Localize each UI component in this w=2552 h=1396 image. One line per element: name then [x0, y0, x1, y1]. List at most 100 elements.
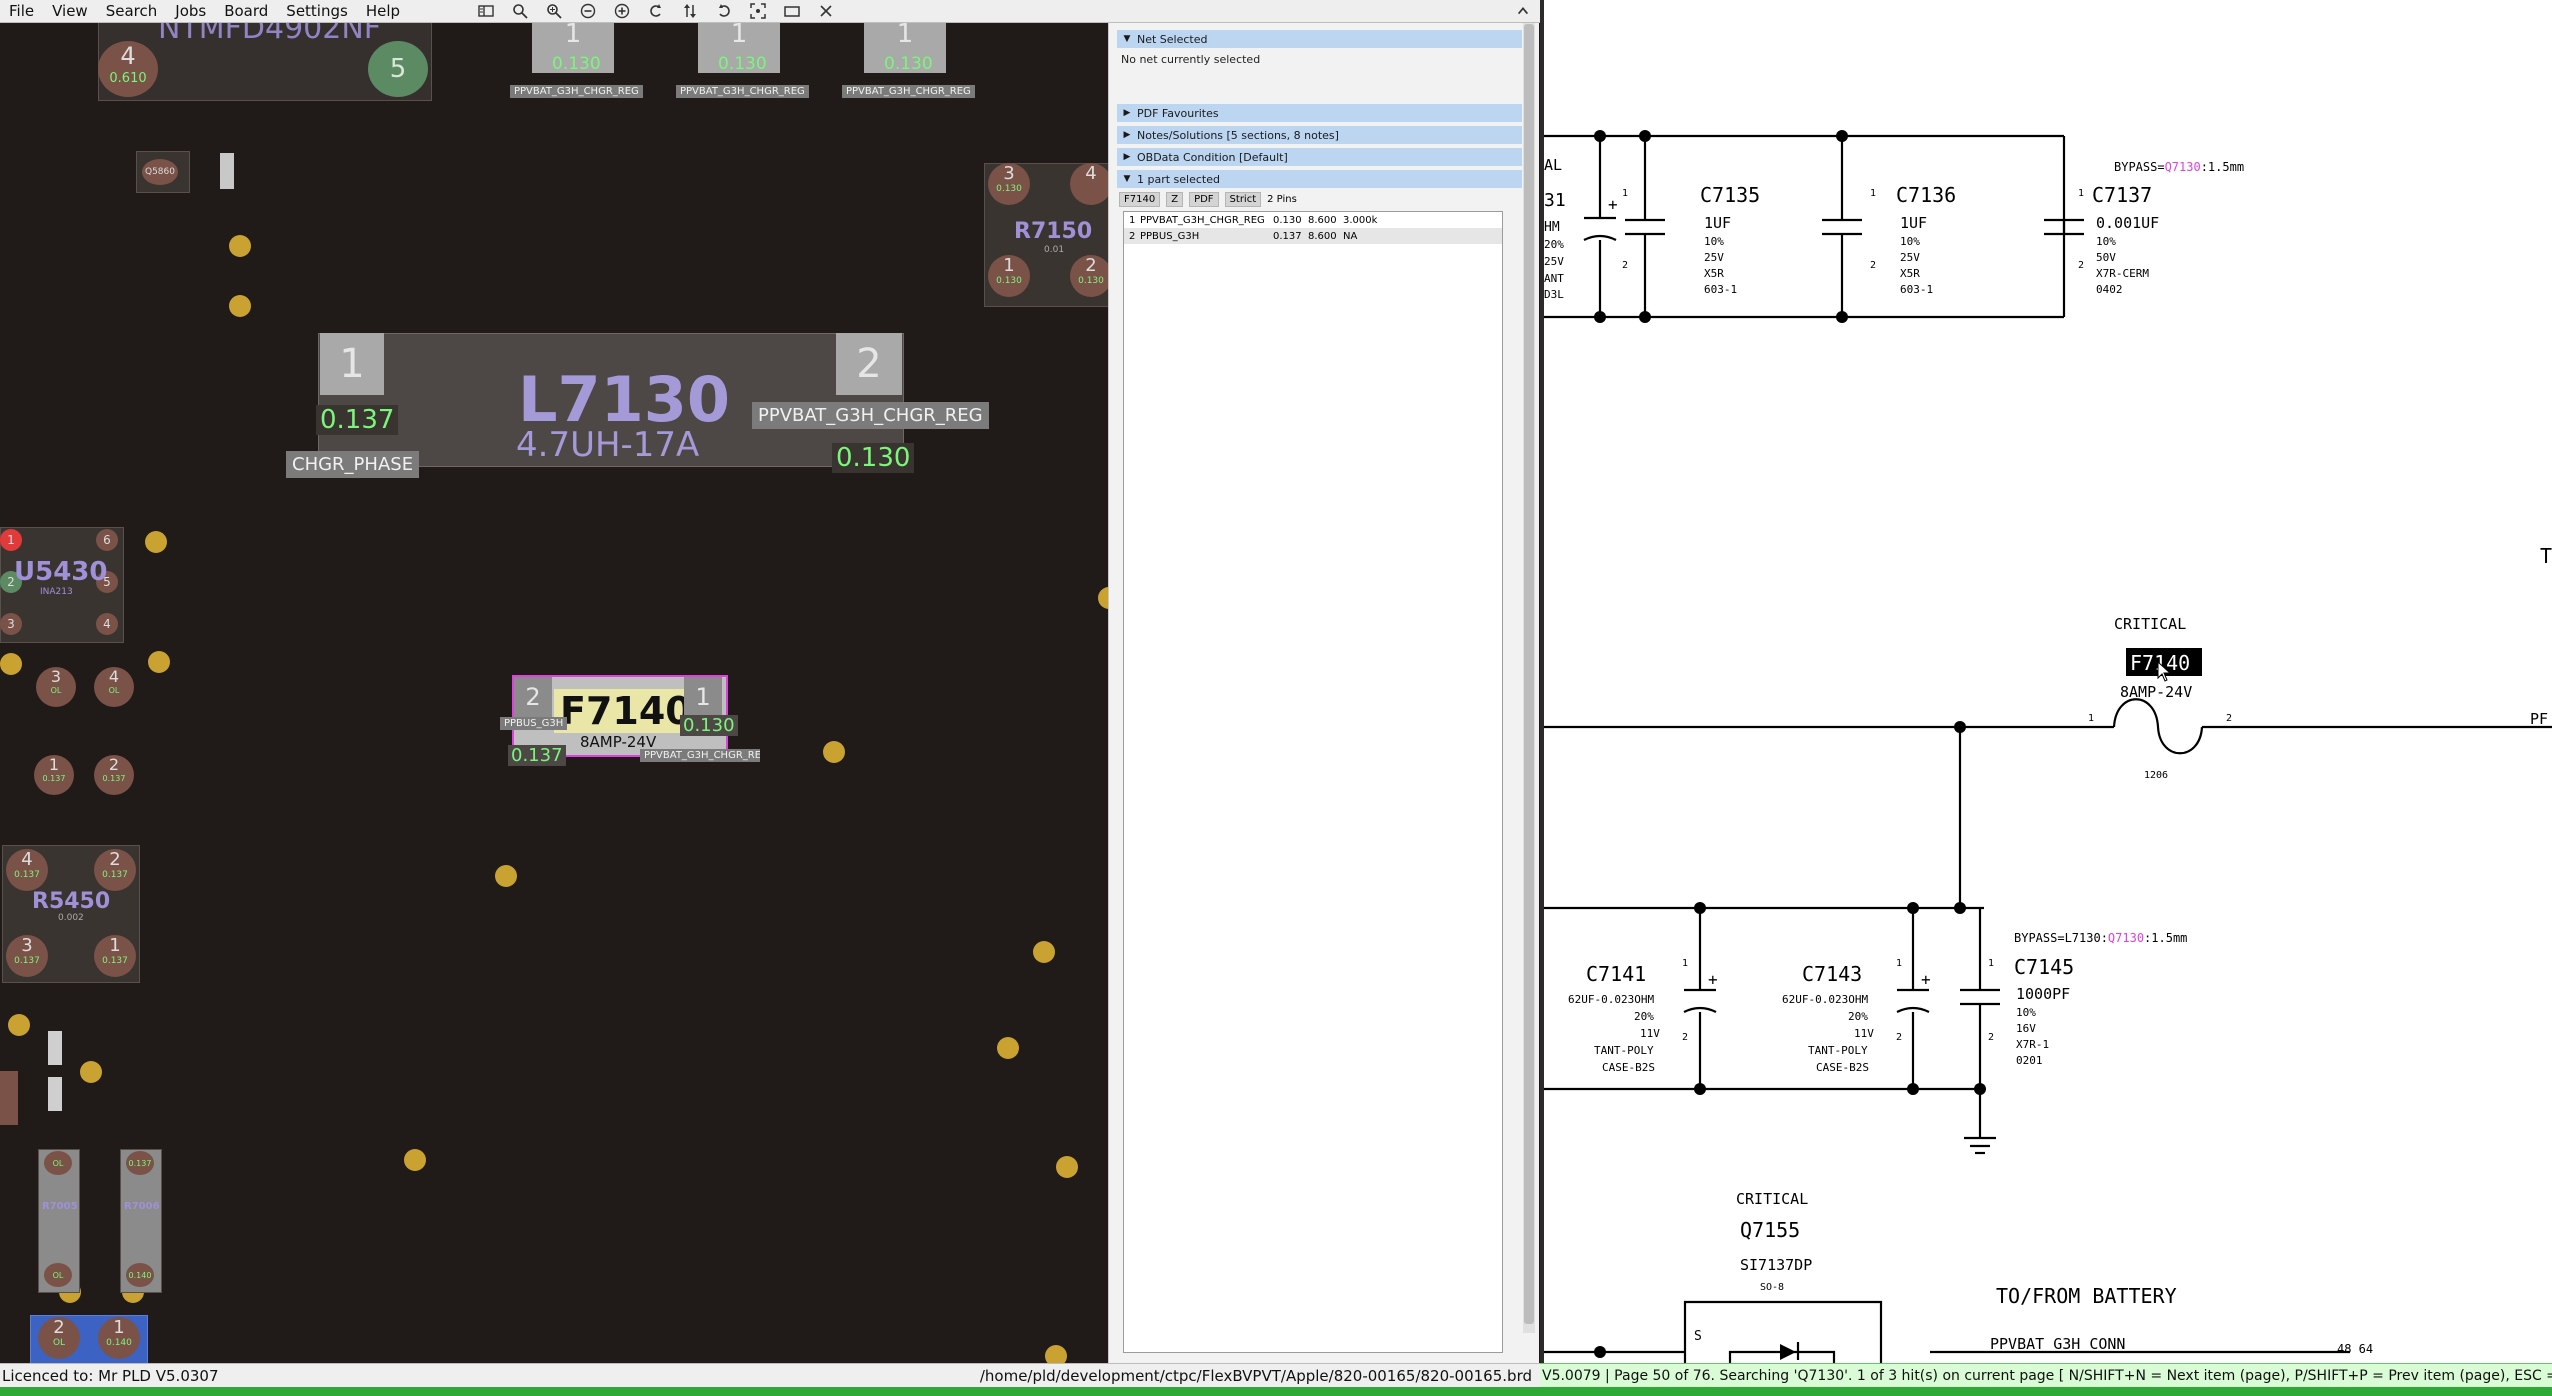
via[interactable] — [229, 235, 251, 257]
via[interactable] — [1045, 1345, 1067, 1363]
pad[interactable]: 3 0.137 — [6, 935, 48, 977]
table-row[interactable]: 2 PPBUS_G3H 0.137 8.600 NA — [1124, 228, 1502, 244]
pad[interactable]: 1 0.130 — [988, 255, 1030, 297]
window-icon[interactable] — [775, 0, 809, 22]
pad[interactable]: 2 — [836, 333, 902, 395]
chevron-up-icon[interactable] — [1512, 0, 1534, 22]
menu-settings[interactable]: Settings — [277, 0, 357, 22]
section-pdf-favourites[interactable]: ▶ PDF Favourites — [1117, 104, 1522, 122]
pad[interactable] — [220, 153, 234, 189]
pad[interactable]: 4 — [1070, 163, 1108, 205]
zoom-out-icon[interactable] — [571, 0, 605, 22]
close-icon[interactable] — [809, 0, 843, 22]
pad[interactable]: 2 0.137 — [94, 849, 136, 891]
via[interactable] — [8, 1014, 30, 1036]
via[interactable] — [1056, 1156, 1078, 1178]
menu-view[interactable]: View — [43, 0, 97, 22]
via[interactable] — [1098, 587, 1108, 609]
menu-help[interactable]: Help — [357, 0, 409, 22]
search-icon[interactable] — [503, 0, 537, 22]
via[interactable] — [823, 741, 845, 763]
pad[interactable]: OL — [44, 1263, 72, 1287]
via[interactable] — [148, 651, 170, 673]
via[interactable] — [145, 531, 167, 553]
panel-scrollbar[interactable] — [1523, 23, 1535, 1333]
pad[interactable]: 4 0.610 — [98, 41, 158, 97]
section-notes[interactable]: ▶ Notes/Solutions [5 sections, 8 notes] — [1117, 126, 1522, 144]
pin-number: 2 — [1622, 260, 1628, 271]
pad-value: 0.130 — [996, 276, 1022, 286]
via[interactable] — [997, 1037, 1019, 1059]
flip-icon[interactable] — [673, 0, 707, 22]
pad[interactable] — [0, 1071, 18, 1125]
pad[interactable]: 6 — [96, 529, 118, 551]
pad[interactable]: 3 OL — [36, 667, 76, 707]
scrollbar-thumb[interactable] — [1524, 24, 1534, 1324]
menu-file[interactable]: File — [0, 0, 43, 22]
pad[interactable]: 1 — [684, 677, 722, 717]
c7135-ref: C7135 — [1700, 183, 1760, 207]
menu-search[interactable]: Search — [97, 0, 167, 22]
pad[interactable]: 2 0.137 — [94, 755, 134, 795]
pad-value: 0.130 — [996, 184, 1022, 194]
pad-value: 0.137 — [102, 774, 126, 783]
component-value: 0.01 — [1044, 245, 1065, 255]
pad[interactable]: 1 0.140 — [98, 1317, 140, 1359]
pad[interactable]: 2 — [514, 677, 552, 717]
pad[interactable]: 1 0.137 — [94, 935, 136, 977]
pad[interactable]: 0.140 — [126, 1263, 154, 1287]
pad[interactable]: 2 OL — [38, 1317, 80, 1359]
via[interactable] — [0, 653, 22, 675]
pad[interactable]: 3 0.130 — [988, 163, 1030, 205]
pad[interactable]: 4 — [96, 613, 118, 635]
pad[interactable]: Q5860 — [142, 159, 178, 185]
pad[interactable]: 1 — [0, 529, 22, 551]
part-name-tag[interactable]: F7140 — [1119, 192, 1161, 207]
net-label: PPVBAT_G3H_CHGR_REG — [676, 85, 809, 98]
board-view[interactable]: NTMFD4902NF 4 0.610 5 1 0.130 PPVBAT_G3H… — [0, 23, 1108, 1363]
pad[interactable]: 4 0.137 — [6, 849, 48, 891]
via[interactable] — [80, 1061, 102, 1083]
pdf-button[interactable]: PDF — [1189, 192, 1219, 207]
section-part-selected[interactable]: ▼ 1 part selected — [1117, 170, 1522, 188]
zoom-in-icon[interactable] — [537, 0, 571, 22]
schematic-text: 20% — [1544, 238, 1564, 251]
panel-icon[interactable] — [469, 0, 503, 22]
pin-number: 1 — [1870, 188, 1876, 199]
pad[interactable]: 1 — [320, 333, 384, 395]
pad[interactable] — [48, 1031, 62, 1065]
strict-toggle[interactable]: Strict — [1224, 192, 1262, 207]
via[interactable] — [1033, 941, 1055, 963]
pin-table: 1 PPVBAT_G3H_CHGR_REG 0.130 8.600 3.000k… — [1123, 211, 1503, 1353]
rotate-right-icon[interactable] — [707, 0, 741, 22]
c7136-spec: 603-1 — [1900, 283, 1933, 296]
zoom-fit-icon[interactable] — [605, 0, 639, 22]
pin-number: 2 — [1896, 1032, 1902, 1043]
pad-number: 4 — [21, 849, 33, 870]
menu-board[interactable]: Board — [215, 0, 277, 22]
pin-voltage: 8.600 — [1308, 230, 1337, 242]
q7155-package: SO-8 — [1760, 1282, 1784, 1293]
pad[interactable]: 2 0.130 — [1070, 255, 1108, 297]
section-obdata[interactable]: ▶ OBData Condition [Default] — [1117, 148, 1522, 166]
pad-value: 0.130 — [884, 54, 933, 74]
pad[interactable]: 4 OL — [94, 667, 134, 707]
rotate-left-icon[interactable] — [639, 0, 673, 22]
c7145-ref: C7145 — [2014, 955, 2074, 979]
pad[interactable]: 3 — [0, 613, 22, 635]
section-net-selected[interactable]: ▼ Net Selected — [1117, 30, 1522, 48]
menu-jobs[interactable]: Jobs — [166, 0, 215, 22]
pad[interactable]: 0.137 — [126, 1151, 154, 1175]
fit-screen-icon[interactable] — [741, 0, 775, 22]
z-button[interactable]: Z — [1166, 192, 1184, 207]
schematic-view[interactable]: AL 31 HM 20% 25V ANT D3L + 1 2 C7135 1UF… — [1540, 0, 2552, 1363]
pad[interactable]: 5 — [368, 41, 428, 97]
section-title: 1 part selected — [1137, 172, 1220, 186]
table-row[interactable]: 1 PPVBAT_G3H_CHGR_REG 0.130 8.600 3.000k — [1124, 212, 1502, 228]
pad[interactable]: 1 0.137 — [34, 755, 74, 795]
via[interactable] — [229, 295, 251, 317]
via[interactable] — [404, 1149, 426, 1171]
pad[interactable] — [48, 1077, 62, 1111]
pad[interactable]: OL — [44, 1151, 72, 1175]
via[interactable] — [495, 865, 517, 887]
